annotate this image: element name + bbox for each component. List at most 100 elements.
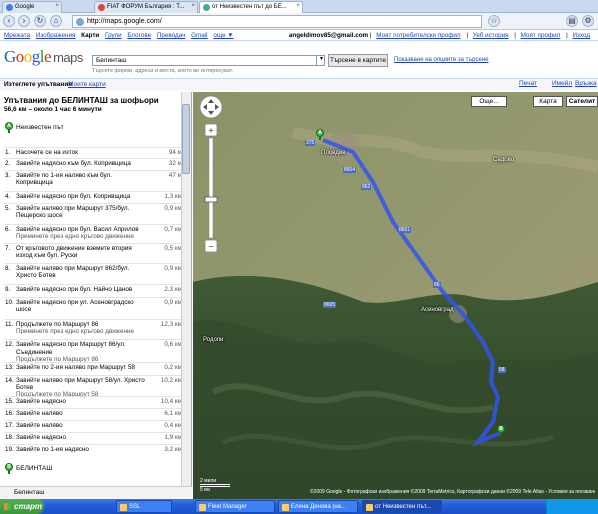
- direction-step[interactable]: 12. Завийте надясно при Маршрут 86/ул. Съ…: [4, 339, 184, 363]
- map-type-button[interactable]: Карта: [533, 96, 563, 107]
- step-instruction: Завийте наляво при Маршрут 862/бул. Хрис…: [16, 265, 130, 280]
- taskbar-button-chat[interactable]: Елена Динова (на...: [278, 500, 358, 513]
- direction-step[interactable]: 5. Завийте наляво при Маршрут 375/бул. Пе…: [4, 203, 184, 219]
- maps-icon: [203, 4, 210, 11]
- gbar-link-translate[interactable]: Преводач: [157, 32, 186, 39]
- step-text: Завийте надясно при Маршрут 86/ул. Съеди…: [16, 341, 146, 363]
- browser-tab-bar: Google × FIAT ФОРУМ България : Т... × от…: [0, 0, 598, 13]
- gbar-link-web[interactable]: Мрежата: [4, 32, 30, 39]
- map-marker-a[interactable]: A: [316, 129, 324, 140]
- forward-icon[interactable]: ›: [18, 15, 30, 27]
- step-text: Завийте наляво: [16, 410, 146, 417]
- direction-step[interactable]: 4. Завийте надясно при бул. Копривщица 1,3…: [4, 190, 184, 200]
- tab-my-maps[interactable]: Моите карти: [68, 81, 106, 88]
- search-maps-button[interactable]: Търсене в картите: [328, 54, 388, 67]
- home-icon[interactable]: ⌂: [50, 15, 62, 27]
- road-label: 86: [433, 282, 441, 288]
- tools-menu-icon[interactable]: ⚙: [582, 15, 594, 27]
- taskbar-button-fleet[interactable]: Fleet Manager: [195, 500, 275, 513]
- forum-icon: [98, 4, 105, 11]
- satellite-map[interactable]: + −: [193, 92, 598, 499]
- close-tab-icon[interactable]: ×: [55, 3, 59, 9]
- close-tab-icon[interactable]: ×: [296, 3, 300, 9]
- start-location[interactable]: Неизвестен път: [16, 124, 64, 131]
- browser-tab-maps[interactable]: от Неизвестен път до БЕ... ×: [199, 1, 303, 13]
- map-copyright: ©2009 Google - Фотографски изображения ©…: [310, 489, 595, 495]
- direction-step[interactable]: 8. Завийте наляво при Маршрут 862/бул. Хр…: [4, 263, 184, 279]
- map-canvas[interactable]: + − A B Пловдив Асеновград Родопи Садово…: [193, 92, 598, 499]
- taskbar-button-ssl[interactable]: SSL: [116, 500, 172, 513]
- more-button[interactable]: Още...: [471, 96, 507, 107]
- close-tab-icon[interactable]: ×: [191, 3, 195, 9]
- reload-icon[interactable]: ↻: [34, 15, 46, 27]
- google-maps-logo[interactable]: Google maps: [4, 47, 83, 67]
- direction-step[interactable]: 13. Завийте по 2-ия наляво при Маршрут 58…: [4, 361, 184, 371]
- url-field[interactable]: http://maps.google.com/: [72, 15, 482, 28]
- app-icon: [120, 504, 127, 511]
- user-link-profile[interactable]: Моят потребителски профил: [376, 32, 460, 39]
- taskbar-button-maps[interactable]: от Неизвестен път...: [362, 500, 442, 513]
- direction-step[interactable]: 16. Завийте наляво 6,1 км: [4, 407, 184, 417]
- search-input[interactable]: Белинташ: [92, 55, 325, 66]
- search-dropdown-icon[interactable]: ▾: [316, 55, 326, 66]
- step-number: 10.: [5, 298, 14, 306]
- satellite-type-button[interactable]: Сателит: [566, 96, 598, 107]
- direction-step[interactable]: 6. Завийте надясно при бул. Васил Априлов…: [4, 223, 184, 240]
- step-distance: 0,2 км: [164, 363, 182, 371]
- step-text: Завийте надясно при бул. Копривщица: [16, 193, 146, 200]
- step-text: Завийте по 2-ия наляво при Маршрут 58: [16, 364, 146, 371]
- user-link-signout[interactable]: Изход: [572, 32, 590, 39]
- step-distance: 1,9 км: [164, 434, 182, 442]
- direction-step[interactable]: 10. Завийте надясно при ул. Асеновградско…: [4, 296, 184, 313]
- search-hint: Търсете фирми, адреси и места, които ви …: [92, 68, 234, 74]
- direction-step[interactable]: 7. От кръговото движение вземете втория и…: [4, 242, 184, 259]
- step-number: 9.: [5, 286, 11, 294]
- map-marker-b[interactable]: B: [497, 425, 505, 436]
- search-options-link[interactable]: Показване на опциите за търсене: [394, 57, 489, 63]
- step-distance: 12,3 км: [160, 321, 182, 328]
- email-link[interactable]: Имейл: [552, 80, 572, 87]
- browser-tab-google[interactable]: Google ×: [2, 1, 62, 13]
- step-distance: 0,5 км: [164, 244, 182, 252]
- page-menu-icon[interactable]: ▤: [566, 15, 578, 27]
- google-icon: [6, 4, 13, 11]
- gbar-link-images[interactable]: Изображения: [36, 32, 76, 39]
- step-number: 7.: [5, 244, 11, 252]
- link-link[interactable]: Връзка: [575, 80, 597, 87]
- direction-step[interactable]: 11. Продължете по Маршрут 86 Преминете пре…: [4, 319, 184, 335]
- direction-step[interactable]: 2. Завийте надясно към бул. Копривщица 32 …: [4, 158, 184, 167]
- browser-tab-forum[interactable]: FIAT ФОРУМ България : Т... ×: [94, 1, 198, 13]
- gbar-link-groups[interactable]: Групи: [105, 32, 122, 39]
- gbar-link-gmail[interactable]: Gmail: [191, 32, 207, 39]
- star-icon[interactable]: ☆: [488, 15, 500, 27]
- step-number: 12.: [5, 341, 14, 349]
- app-icon: [199, 504, 206, 511]
- direction-step[interactable]: 18. Завийте надясно 1,9 км: [4, 432, 184, 441]
- step-text: Завийте по 1-ия надясно: [16, 446, 146, 453]
- user-link-history[interactable]: Уеб история: [473, 32, 509, 39]
- direction-step[interactable]: 17. Завийте наляво 0,4 км: [4, 419, 184, 429]
- direction-step[interactable]: 14. Завийте наляво при Маршрут 58/ул. Хри…: [4, 374, 184, 398]
- start-button[interactable]: старт: [0, 499, 44, 514]
- direction-step[interactable]: 1. Насочете се на изток 94 м: [4, 147, 184, 156]
- step-instruction: Завийте наляво: [16, 421, 63, 429]
- step-text: Завийте по 1-ия наляво към бул. Копривщи…: [16, 172, 146, 186]
- direction-step[interactable]: 3. Завийте по 1-ия наляво към бул. Коприв…: [4, 169, 184, 186]
- direction-step[interactable]: 19. Завийте по 1-ия надясно 3,2 км: [4, 444, 184, 453]
- step-instruction: Завийте наляво при Маршрут 58/ул. Христо…: [16, 376, 145, 392]
- windows-icon: [4, 503, 11, 510]
- print-link[interactable]: Печат: [519, 80, 537, 87]
- user-link-myprofile[interactable]: Моят профил: [521, 32, 561, 39]
- tab-directions[interactable]: Изтеглете упътвания: [4, 81, 72, 88]
- road-label: 375: [305, 140, 316, 146]
- step-number: 11.: [5, 321, 14, 328]
- direction-step[interactable]: 9. Завийте надясно при бул. Найчо Цанов 2,…: [4, 284, 184, 293]
- gbar-link-blogs[interactable]: Блогове: [127, 32, 151, 39]
- end-location[interactable]: БЕЛИНТАШ: [16, 465, 52, 472]
- direction-step[interactable]: 15. Завийте надясно 10,4 км: [4, 396, 184, 405]
- panel-scrollbar-thumb[interactable]: [182, 104, 190, 174]
- gbar-link-more[interactable]: още ▼: [213, 32, 233, 39]
- back-icon[interactable]: ‹: [3, 15, 15, 27]
- step-instruction: Завийте надясно при бул. Васил Априлов: [16, 225, 139, 233]
- step-distance: 10,2 км: [160, 376, 182, 384]
